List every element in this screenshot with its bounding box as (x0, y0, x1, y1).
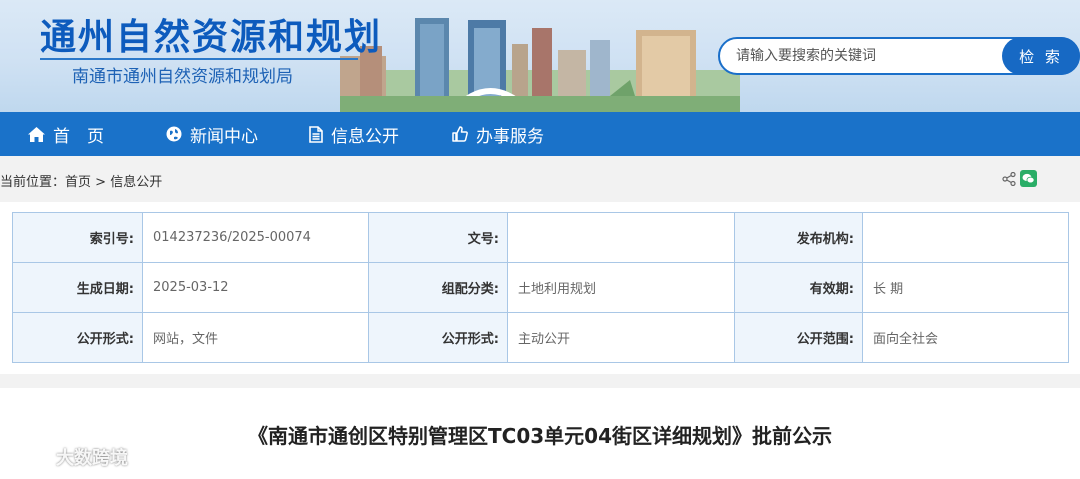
disclosure-scope-value: 面向全社会 (862, 312, 1069, 363)
article-title: 《南通市通创区特别管理区TC03单元04街区详细规划》批前公示 (248, 424, 832, 448)
watermark-logo-icon (10, 448, 47, 466)
watermark: 大数跨境 (10, 444, 128, 470)
info-metadata-panel: 索引号: 014237236/2025-00074 文号: 发布机构: 生成日期… (0, 202, 1080, 374)
city-skyline-banner (340, 18, 740, 112)
document-icon (309, 125, 323, 143)
main-nav: 首 页 新闻中心 信息公开 办事服务 (0, 112, 1080, 156)
share-icon[interactable] (1002, 172, 1016, 186)
publisher-label: 发布机构: (734, 212, 863, 263)
globe-icon (166, 126, 182, 142)
disclosure-form-label: 公开形式: (12, 312, 143, 363)
breadcrumb-link-home[interactable]: 首页 (65, 175, 91, 190)
breadcrumb-bar: 当前位置：首页 > 信息公开 (0, 156, 1080, 202)
nav-item-label: 新闻中心 (190, 126, 258, 147)
breadcrumb: 当前位置：首页 > 信息公开 (0, 171, 162, 190)
info-metadata-table: 索引号: 014237236/2025-00074 文号: 发布机构: 生成日期… (12, 212, 1069, 363)
nav-item-services[interactable]: 办事服务 (452, 112, 544, 156)
search-box: 检 索 (718, 37, 1080, 75)
table-row: 生成日期: 2025-03-12 组配分类: 土地利用规划 有效期: 长 期 (12, 262, 1069, 313)
title-divider (40, 58, 358, 60)
home-icon (28, 126, 45, 142)
generated-date-value: 2025-03-12 (142, 262, 369, 313)
breadcrumb-separator: > (91, 175, 111, 190)
validity-label: 有效期: (734, 262, 863, 313)
disclosure-method-value: 主动公开 (507, 312, 735, 363)
disclosure-scope-label: 公开范围: (734, 312, 863, 363)
disclosure-form-value: 网站，文件 (142, 312, 369, 363)
site-header: 通州自然资源和规划 南通市通州自然资源和规划局 检 索 (0, 0, 1080, 112)
nav-item-news[interactable]: 新闻中心 (166, 112, 258, 156)
validity-value: 长 期 (862, 262, 1069, 313)
publisher-value (862, 212, 1069, 263)
document-number-value (507, 212, 735, 263)
category-label: 组配分类: (368, 262, 508, 313)
nav-item-label: 首 页 (53, 126, 104, 147)
breadcrumb-link-current[interactable]: 信息公开 (110, 175, 162, 190)
nav-item-label: 信息公开 (331, 126, 399, 147)
generated-date-label: 生成日期: (12, 262, 143, 313)
breadcrumb-prefix: 当前位置： (0, 175, 66, 190)
table-row: 公开形式: 网站，文件 公开形式: 主动公开 公开范围: 面向全社会 (12, 312, 1069, 363)
wechat-share-icon[interactable] (1020, 170, 1037, 187)
nav-item-home[interactable]: 首 页 (28, 112, 104, 156)
disclosure-method-label: 公开形式: (368, 312, 508, 363)
index-number-value: 014237236/2025-00074 (142, 212, 369, 263)
site-title: 通州自然资源和规划 (40, 17, 383, 58)
category-value: 土地利用规划 (507, 262, 735, 313)
article-panel: 《南通市通创区特别管理区TC03单元04街区详细规划》批前公示 (0, 388, 1080, 479)
search-button[interactable]: 检 索 (1002, 37, 1080, 75)
table-row: 索引号: 014237236/2025-00074 文号: 发布机构: (12, 212, 1069, 263)
watermark-text: 大数跨境 (56, 448, 128, 469)
search-input[interactable] (736, 39, 996, 73)
document-number-label: 文号: (368, 212, 508, 263)
nav-item-info-disclosure[interactable]: 信息公开 (309, 112, 399, 156)
thumbs-up-icon (452, 126, 468, 142)
nav-item-label: 办事服务 (476, 126, 544, 147)
site-subtitle: 南通市通州自然资源和规划局 (72, 67, 293, 87)
index-number-label: 索引号: (12, 212, 143, 263)
